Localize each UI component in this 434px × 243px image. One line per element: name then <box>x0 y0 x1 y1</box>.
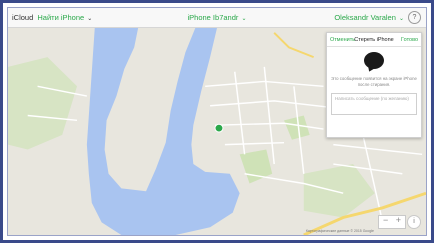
chevron-down-icon: ⌄ <box>241 16 247 22</box>
zoom-out-button[interactable]: − <box>383 215 388 225</box>
message-input[interactable]: Написать сообщение (по желанию) <box>331 93 417 115</box>
app-name: Найти iPhone <box>37 13 85 22</box>
brand-name: iCloud <box>12 13 34 22</box>
erase-panel: Отменить Стереть iPhone Готово Это сообщ… <box>326 32 422 138</box>
map-info-button[interactable]: i <box>407 215 421 229</box>
done-button[interactable]: Готово <box>401 37 418 43</box>
window-frame: iCloud Найти iPhone ⌄ iPhone Ib7andr ⌄ O… <box>0 0 434 243</box>
app-window: iCloud Найти iPhone ⌄ iPhone Ib7andr ⌄ O… <box>7 7 427 236</box>
map-copyright: Картографические данные © 2015 Google <box>305 229 374 233</box>
user-name: Oleksandr Varalen <box>334 13 396 22</box>
user-menu[interactable]: Oleksandr Varalen ⌄ <box>334 13 404 22</box>
message-info: Это сообщение появится на экране iPhone … <box>331 76 417 87</box>
message-bubble-icon <box>364 52 384 69</box>
chevron-down-icon: ⌄ <box>398 16 404 22</box>
cancel-button[interactable]: Отменить <box>330 37 355 43</box>
zoom-control: − + <box>378 215 406 229</box>
zoom-in-button[interactable]: + <box>396 215 401 225</box>
device-selector[interactable]: iPhone Ib7andr ⌄ <box>188 13 247 22</box>
panel-header: Отменить Стереть iPhone Готово <box>327 33 421 47</box>
brand[interactable]: iCloud Найти iPhone ⌄ <box>12 13 92 22</box>
chevron-down-icon: ⌄ <box>87 16 93 22</box>
help-button[interactable]: ? <box>408 11 421 24</box>
device-name: iPhone Ib7andr <box>187 13 239 22</box>
panel-title: Стереть iPhone <box>354 37 394 43</box>
top-bar: iCloud Найти iPhone ⌄ iPhone Ib7andr ⌄ O… <box>8 8 426 28</box>
